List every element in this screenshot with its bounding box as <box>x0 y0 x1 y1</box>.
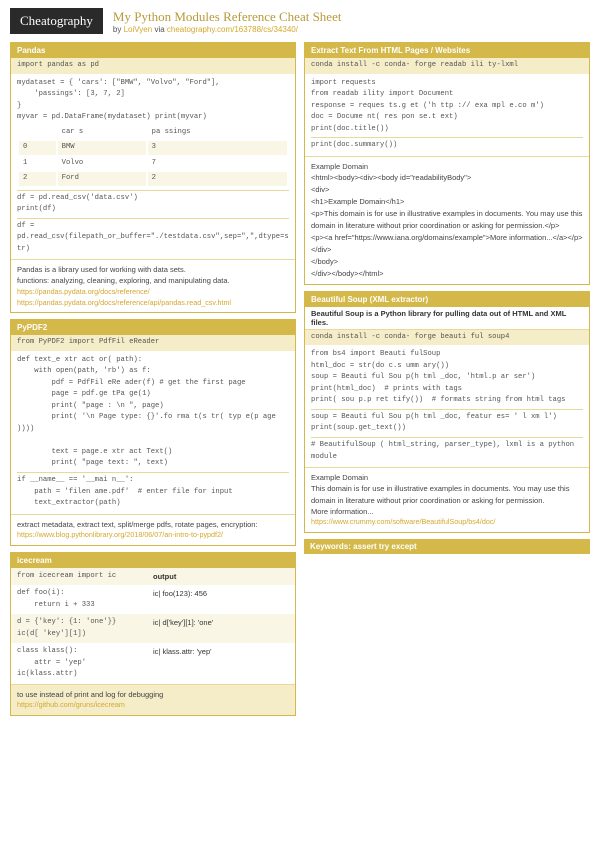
author-link[interactable]: LoiVyen <box>124 25 153 34</box>
pypdf2-code1: def text_e xtr act or( path): with open(… <box>17 355 289 470</box>
extract-box: Extract Text From HTML Pages / Websites … <box>304 42 590 285</box>
r02: 3 <box>148 141 287 155</box>
page-title: My Python Modules Reference Cheat Sheet <box>113 9 342 25</box>
pypdf2-desc: extract metadata, extract text, split/me… <box>17 519 289 530</box>
extract-subtitle: Example Domain <box>311 161 583 172</box>
icecream-desc: to use instead of print and log for debu… <box>17 689 289 700</box>
bs4-example: This domain is for use in illustrative e… <box>311 483 583 517</box>
ic-r2r: ic| d['key'][1]: 'one' <box>153 617 289 640</box>
icecream-box: icecream from icecream import ic output … <box>10 552 296 716</box>
pandas-box: Pandas import pandas as pd mydataset = {… <box>10 42 296 313</box>
extract-code3: print(doc.summary()) <box>311 140 583 152</box>
pandas-import: import pandas as pd <box>11 58 295 74</box>
pandas-desc: Pandas is a library used for working wit… <box>17 264 289 287</box>
bs4-note: # BeautifulSoup ( html_string, parser_ty… <box>311 440 583 463</box>
ic-r0r: output <box>153 571 289 583</box>
r21: Ford <box>58 172 146 186</box>
pandas-title: Pandas <box>11 43 295 58</box>
icecream-title: icecream <box>11 553 295 568</box>
via-text: via <box>152 25 167 34</box>
bs4-box: Beautiful Soup (XML extractor) Beautiful… <box>304 291 590 533</box>
ic-r2l: d = {'key': {1: 'one'}} ic(d[ 'key'][1]) <box>17 617 153 640</box>
extract-code1: conda install -c conda- forge readab ili… <box>305 58 589 74</box>
pypdf2-box: PyPDF2 from PyPDF2 import PdfFil eReader… <box>10 319 296 545</box>
by-text: by <box>113 25 124 34</box>
r12: 7 <box>148 157 287 171</box>
keywords-box: Keywords: assert try except <box>304 539 590 554</box>
pandas-table: car s pa ssings 0 BMW 3 1 Volvo 7 <box>17 124 289 188</box>
bs4-title: Beautiful Soup (XML extractor) <box>305 292 589 307</box>
r00: 0 <box>19 141 56 155</box>
pandas-link2[interactable]: https://pandas.pydata.org/docs/reference… <box>17 298 289 309</box>
pypdf2-code2: if __name__ == '__mai n__': path = 'file… <box>17 475 289 510</box>
bs4-subtitle: Example Domain <box>311 472 583 483</box>
pandas-code2: df = pd.read_csv('data.csv') print(df) <box>17 193 289 216</box>
pypdf2-title: PyPDF2 <box>11 320 295 335</box>
pandas-link1[interactable]: https://pandas.pydata.org/docs/reference… <box>17 287 289 298</box>
th2: pa ssings <box>148 126 287 140</box>
extract-html: <html><body><div><body id="readabilityBo… <box>311 172 583 280</box>
th1: car s <box>58 126 146 140</box>
r11: Volvo <box>58 157 146 171</box>
bs4-link[interactable]: https://www.crummy.com/software/Beautifu… <box>311 517 583 528</box>
ic-r1r: ic| foo(123): 456 <box>153 588 289 611</box>
header: Cheatography My Python Modules Reference… <box>10 8 590 34</box>
byline: by LoiVyen via cheatography.com/163788/c… <box>113 25 342 34</box>
r20: 2 <box>19 172 56 186</box>
logo: Cheatography <box>10 8 103 34</box>
r10: 1 <box>19 157 56 171</box>
r22: 2 <box>148 172 287 186</box>
extract-title: Extract Text From HTML Pages / Websites <box>305 43 589 58</box>
ic-r0l: from icecream import ic <box>17 571 153 583</box>
url-link[interactable]: cheatography.com/163788/cs/34340/ <box>167 25 298 34</box>
ic-r3l: class klass(): attr = 'yep' ic(klass.att… <box>17 646 153 681</box>
ic-r1l: def foo(i): return i + 333 <box>17 588 153 611</box>
bs4-desc1: Beautiful Soup is a Python library for p… <box>305 307 589 330</box>
bs4-code3: soup = Beauti ful Sou p(h tml _doc, feat… <box>311 412 583 435</box>
pandas-code3: df = pd.read_csv(filepath_or_buffer="./t… <box>17 221 289 256</box>
icecream-link[interactable]: https://github.com/gruns/icecream <box>17 700 289 711</box>
bs4-code1: conda install -c conda- forge beauti ful… <box>305 330 589 346</box>
bs4-code2: from bs4 import Beauti fulSoup html_doc … <box>311 349 583 407</box>
pandas-code1: mydataset = { 'cars': ["BMW", "Volvo", "… <box>17 78 289 124</box>
pypdf2-import: from PyPDF2 import PdfFil eReader <box>11 335 295 351</box>
ic-r3r: ic| klass.attr: 'yep' <box>153 646 289 681</box>
th0 <box>19 126 56 140</box>
r01: BMW <box>58 141 146 155</box>
pypdf2-link[interactable]: https://www.blog.pythonlibrary.org/2018/… <box>17 530 289 541</box>
extract-code2: import requests from readab ility import… <box>311 78 583 136</box>
